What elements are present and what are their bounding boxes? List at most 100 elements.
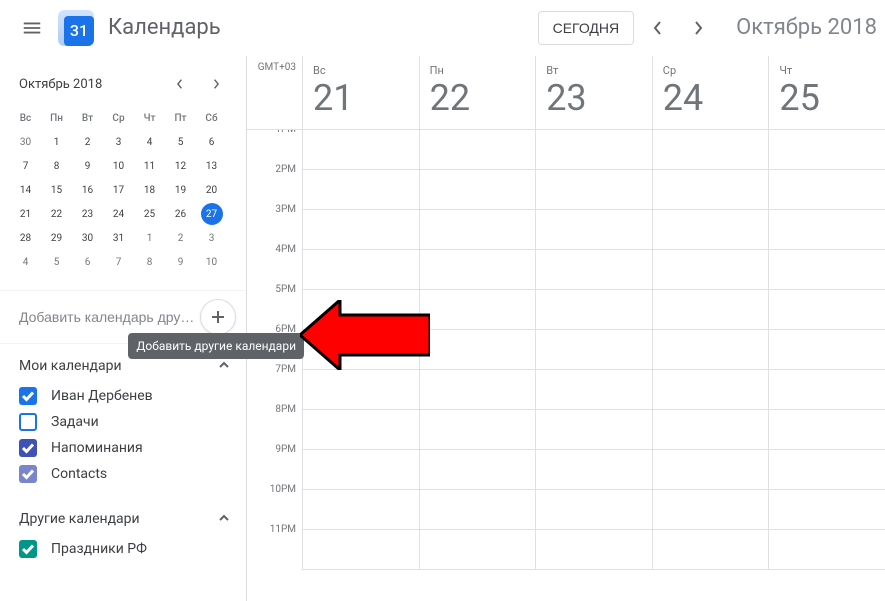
add-calendar-input[interactable] [19,303,200,331]
mini-calendar-day[interactable]: 7 [10,154,41,178]
time-slot[interactable] [419,170,536,210]
time-slot[interactable] [652,170,769,210]
time-slot[interactable] [419,330,536,370]
time-slot[interactable] [303,250,419,290]
day-column-header[interactable]: Вт23 [535,56,652,129]
time-slot[interactable] [652,330,769,370]
mini-calendar-day[interactable]: 20 [196,178,227,202]
mini-calendar-day[interactable]: 8 [134,250,165,274]
mini-calendar-day[interactable]: 25 [134,202,165,226]
time-slot[interactable] [419,130,536,170]
mini-calendar-day[interactable]: 10 [196,250,227,274]
time-slot[interactable] [768,330,885,370]
time-slot[interactable] [419,530,536,570]
mini-calendar-day[interactable]: 11 [134,154,165,178]
time-slot[interactable] [768,410,885,450]
time-slot[interactable] [303,210,419,250]
time-slot[interactable] [768,450,885,490]
mini-calendar-day[interactable]: 24 [103,202,134,226]
time-slot[interactable] [535,130,652,170]
time-slot[interactable] [303,530,419,570]
mini-calendar-day[interactable]: 1 [134,226,165,250]
mini-calendar-day[interactable]: 4 [134,130,165,154]
mini-calendar-day[interactable]: 13 [196,154,227,178]
time-slot[interactable] [419,450,536,490]
time-slot[interactable] [535,410,652,450]
mini-calendar-day[interactable]: 17 [103,178,134,202]
time-slot[interactable] [303,170,419,210]
mini-calendar-day[interactable]: 26 [165,202,196,226]
time-slot[interactable] [768,130,885,170]
calendar-item[interactable]: Задачи [0,409,246,435]
mini-calendar-day[interactable]: 6 [72,250,103,274]
hamburger-menu-button[interactable] [8,4,56,52]
time-slot[interactable] [535,490,652,530]
mini-next-button[interactable] [202,70,230,98]
mini-calendar-day[interactable]: 3 [103,130,134,154]
mini-calendar-day[interactable]: 16 [72,178,103,202]
mini-calendar-day[interactable]: 15 [41,178,72,202]
time-slot[interactable] [419,490,536,530]
time-slot[interactable] [768,250,885,290]
time-slot[interactable] [535,290,652,330]
mini-calendar-day[interactable]: 28 [10,226,41,250]
calendar-checkbox[interactable] [19,465,37,483]
mini-calendar-day[interactable]: 30 [10,130,41,154]
mini-calendar-day[interactable]: 2 [165,226,196,250]
mini-calendar-day[interactable]: 18 [134,178,165,202]
next-period-button[interactable] [678,8,718,48]
time-slot[interactable] [768,290,885,330]
mini-calendar-day[interactable]: 12 [165,154,196,178]
time-slot[interactable] [652,290,769,330]
time-slot[interactable] [303,490,419,530]
time-slot[interactable] [652,250,769,290]
time-slot[interactable] [652,530,769,570]
time-slot[interactable] [303,130,419,170]
calendar-checkbox[interactable] [19,540,37,558]
time-slot[interactable] [768,170,885,210]
time-slot[interactable] [535,170,652,210]
mini-calendar-day[interactable]: 8 [41,154,72,178]
calendar-checkbox[interactable] [19,387,37,405]
time-slot[interactable] [535,250,652,290]
other-calendars-toggle[interactable]: Другие календари [0,497,246,536]
mini-calendar-day[interactable]: 4 [10,250,41,274]
mini-calendar-day[interactable]: 5 [165,130,196,154]
calendar-checkbox[interactable] [19,439,37,457]
time-slot[interactable] [419,250,536,290]
day-column-header[interactable]: Вс21 [303,56,419,129]
time-slot[interactable] [535,530,652,570]
mini-calendar-day[interactable]: 22 [41,202,72,226]
mini-calendar-day[interactable]: 10 [103,154,134,178]
time-slot[interactable] [768,370,885,410]
calendar-item[interactable]: Напоминания [0,435,246,461]
today-button[interactable]: СЕГОДНЯ [538,11,635,45]
mini-prev-button[interactable] [166,70,194,98]
mini-calendar-day[interactable]: 31 [103,226,134,250]
mini-calendar-day[interactable]: 7 [103,250,134,274]
calendar-checkbox[interactable] [19,413,37,431]
day-column-header[interactable]: Ср24 [652,56,769,129]
mini-calendar-day[interactable]: 3 [196,226,227,250]
time-slot[interactable] [652,490,769,530]
mini-calendar-day[interactable]: 27 [201,203,223,225]
time-slot[interactable] [303,410,419,450]
day-column-header[interactable]: Пн22 [419,56,536,129]
mini-calendar-day[interactable]: 5 [41,250,72,274]
time-slot[interactable] [768,210,885,250]
time-slot[interactable] [535,210,652,250]
time-slot[interactable] [652,370,769,410]
time-slot[interactable] [535,450,652,490]
calendar-item[interactable]: Иван Дербенев [0,383,246,409]
time-slot[interactable] [768,490,885,530]
mini-calendar-day[interactable]: 9 [165,250,196,274]
time-slot[interactable] [419,210,536,250]
mini-calendar-day[interactable]: 21 [10,202,41,226]
time-slot[interactable] [652,130,769,170]
calendar-item[interactable]: Contacts [0,461,246,487]
time-slot[interactable] [419,370,536,410]
prev-period-button[interactable] [638,8,678,48]
add-calendar-button[interactable] [200,299,236,335]
calendar-item[interactable]: Праздники РФ [0,536,246,562]
mini-calendar-day[interactable]: 30 [72,226,103,250]
